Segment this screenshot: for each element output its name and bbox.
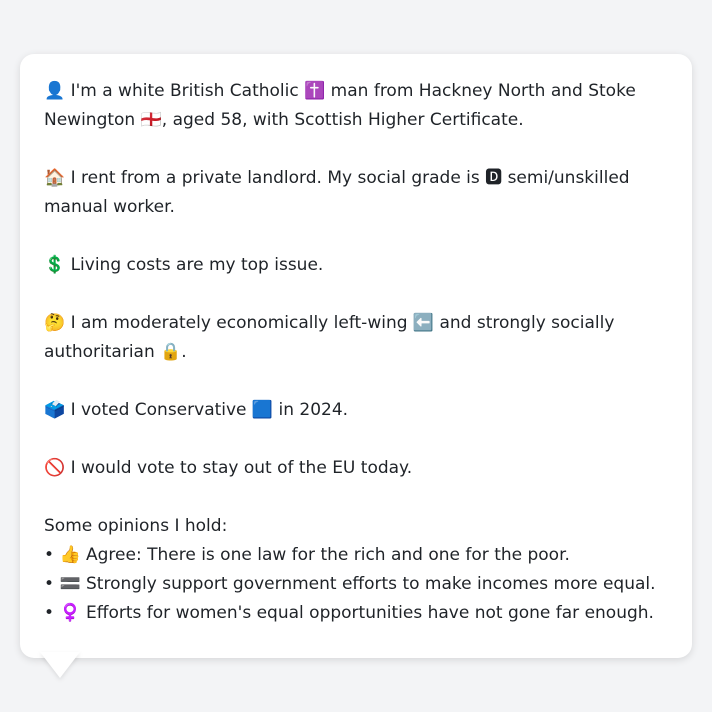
opinion-item: • 👍 Agree: There is one law for the rich…	[44, 541, 668, 570]
bullet: •	[44, 603, 55, 623]
housing-text: I rent from a private landlord. My socia…	[44, 168, 630, 217]
opinion-text: Agree: There is one law for the rich and…	[86, 545, 570, 565]
female-sign-icon: ♀️	[59, 603, 81, 623]
identity-line: 👤 I'm a white British Catholic ✝️ man fr…	[44, 77, 668, 135]
dollar-icon: 💲	[44, 255, 66, 275]
equals-icon: 🟰	[59, 574, 81, 594]
persona-message-bubble: 👤 I'm a white British Catholic ✝️ man fr…	[20, 54, 692, 658]
bullet: •	[44, 574, 55, 594]
opinion-item: • 🟰 Strongly support government efforts …	[44, 570, 668, 599]
ballot-box-icon: 🗳️	[44, 400, 66, 420]
opinions-section: Some opinions I hold: • 👍 Agree: There i…	[44, 512, 668, 628]
vote-text: I voted Conservative 🟦 in 2024.	[70, 400, 349, 420]
opinion-text: Efforts for women's equal opportunities …	[86, 603, 654, 623]
eu-text: I would vote to stay out of the EU today…	[70, 458, 413, 478]
thumbs-up-icon: 👍	[59, 545, 81, 565]
issue-text: Living costs are my top issue.	[70, 255, 324, 275]
opinions-heading: Some opinions I hold:	[44, 516, 228, 536]
thinking-face-icon: 🤔	[44, 313, 66, 333]
prohibited-icon: 🚫	[44, 458, 66, 478]
bubble-tail	[40, 652, 80, 678]
vote-line: 🗳️ I voted Conservative 🟦 in 2024.	[44, 396, 668, 425]
person-icon: 👤	[44, 81, 66, 101]
ideology-text: I am moderately economically left-wing ⬅…	[44, 313, 615, 362]
ideology-line: 🤔 I am moderately economically left-wing…	[44, 309, 668, 367]
opinion-text: Strongly support government efforts to m…	[86, 574, 656, 594]
opinions-list: • 👍 Agree: There is one law for the rich…	[44, 541, 668, 628]
house-icon: 🏠	[44, 168, 66, 188]
opinion-item: • ♀️ Efforts for women's equal opportuni…	[44, 599, 668, 628]
identity-text: I'm a white British Catholic ✝️ man from…	[44, 81, 636, 130]
bullet: •	[44, 545, 55, 565]
eu-line: 🚫 I would vote to stay out of the EU tod…	[44, 454, 668, 483]
housing-line: 🏠 I rent from a private landlord. My soc…	[44, 164, 668, 222]
issue-line: 💲 Living costs are my top issue.	[44, 251, 668, 280]
